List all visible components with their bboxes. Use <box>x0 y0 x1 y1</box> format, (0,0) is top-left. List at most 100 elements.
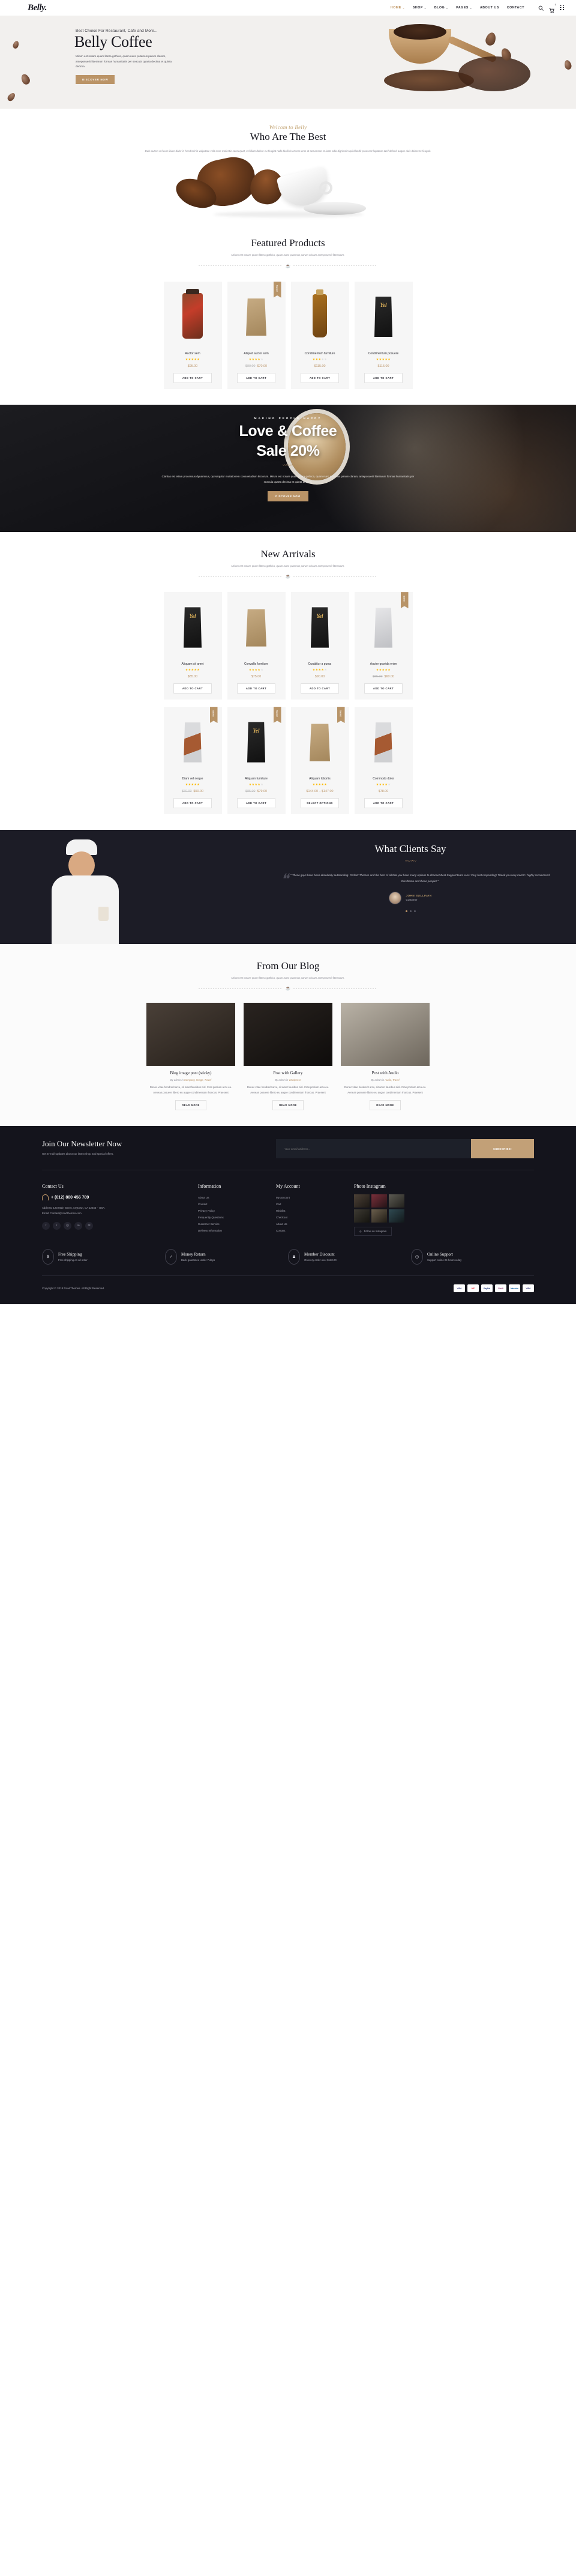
blog-image <box>244 1003 332 1066</box>
carousel-dot[interactable] <box>409 910 412 912</box>
testimonial-heading: What Clients Say <box>374 843 446 855</box>
blog-card[interactable]: Post with Audio By admin in Audio, Trave… <box>341 1003 430 1111</box>
instagram-photo[interactable] <box>354 1194 370 1208</box>
read-more-button[interactable]: READ MORE <box>272 1100 304 1111</box>
add-to-cart-button[interactable]: ADD TO CART <box>173 798 212 809</box>
nav-item-contact[interactable]: CONTACT <box>507 6 524 10</box>
product-card[interactable]: Sale! Diam vel neque ★★★★★ $60.00 $50.00 … <box>163 707 222 815</box>
product-card[interactable]: Condimentum furniture ★★★★★ $115.00 ADD … <box>290 281 349 389</box>
product-card[interactable]: Aliquam sit amet ★★★★★ $85.00 ADD TO CAR… <box>163 592 222 700</box>
instagram-photo[interactable] <box>389 1209 404 1223</box>
promo-discover-button[interactable]: DISCOVER NOW <box>268 491 308 501</box>
footer-link[interactable]: About Us <box>276 1221 354 1227</box>
footer-link[interactable]: Checkout <box>276 1214 354 1221</box>
footer-link[interactable]: About Us <box>198 1194 276 1201</box>
add-to-cart-button[interactable]: ADD TO CART <box>237 798 275 809</box>
add-to-cart-button[interactable]: ADD TO CART <box>364 683 403 694</box>
hero-discover-button[interactable]: DISCOVER NOW <box>76 74 115 84</box>
subscribe-button[interactable]: SUBSCRIBE! <box>471 1139 534 1159</box>
money-return-icon: ✓ <box>165 1249 177 1265</box>
read-more-button[interactable]: READ MORE <box>175 1100 206 1111</box>
blog-categories[interactable]: Wordpress <box>289 1078 301 1081</box>
blog-image <box>146 1003 235 1066</box>
nav-item-about-us[interactable]: ABOUT US <box>480 6 499 10</box>
blog-excerpt: Donec vitae hendrerit arcu, sit amet fau… <box>149 1086 232 1094</box>
instagram-photo[interactable] <box>389 1194 404 1208</box>
promo-heading-line1: Love & Coffee <box>239 422 337 440</box>
section-divider: ☕ <box>0 264 576 268</box>
footer-link[interactable]: My account <box>276 1194 354 1201</box>
blog-title[interactable]: Post with Gallery <box>244 1071 332 1075</box>
rss-icon[interactable]: ≋ <box>85 1221 93 1230</box>
blog-card[interactable]: Blog image post (sticky) By admin in Com… <box>146 1003 235 1111</box>
product-card[interactable]: Curabitur a purus ★★★★★ $90.00 ADD TO CA… <box>290 592 349 700</box>
nav-item-home[interactable]: HOME ⌄ <box>391 6 405 10</box>
carousel-dot[interactable] <box>413 910 416 912</box>
instagram-photo[interactable] <box>371 1209 387 1223</box>
select-options-button[interactable]: SELECT OPTIONS <box>301 798 339 809</box>
follow-instagram-button[interactable]: ◎ Follow on Instagram <box>354 1227 392 1236</box>
twitter-icon[interactable]: t <box>53 1221 61 1230</box>
add-to-cart-button[interactable]: ADD TO CART <box>301 372 339 383</box>
footer-link[interactable]: Contact <box>198 1201 276 1208</box>
facebook-icon[interactable]: f <box>42 1221 50 1230</box>
carousel-dots[interactable] <box>258 910 563 912</box>
featured-heading: Featured Products <box>251 237 325 249</box>
instagram-photo[interactable] <box>354 1209 370 1223</box>
add-to-cart-button[interactable]: ADD TO CART <box>237 372 275 383</box>
blog-card[interactable]: Post with Gallery By admin in Wordpress … <box>244 1003 332 1111</box>
product-card[interactable]: Auctor sem ★★★★★ $95.00 ADD TO CART <box>163 281 222 389</box>
nav-label: BLOG <box>434 6 445 10</box>
product-rating: ★★★★★ <box>376 357 391 361</box>
product-card[interactable]: Sale! Aliquam furniture ★★★★★ $85.00$79.… <box>227 707 286 815</box>
nav-item-blog[interactable]: BLOG ⌄ <box>434 6 448 10</box>
site-logo[interactable]: Belly. <box>28 3 47 13</box>
coffee-bean-decor <box>12 40 20 50</box>
site-footer: Join Our Newsletter Now Get E-mail updat… <box>0 1126 576 1305</box>
newsletter-email-input[interactable] <box>276 1139 471 1159</box>
add-to-cart-button[interactable]: ADD TO CART <box>173 372 212 383</box>
nav-item-shop[interactable]: SHOP ⌄ <box>413 6 427 10</box>
product-card[interactable]: Convallis furniture ★★★★★ $75.00 ADD TO … <box>227 592 286 700</box>
instagram-icon[interactable]: ◎ <box>64 1221 71 1230</box>
search-icon[interactable] <box>538 5 544 11</box>
about-script-title: Welcom to Belly <box>269 124 307 130</box>
nav-label: HOME <box>390 6 401 10</box>
footer-link[interactable]: Privacy Policy <box>198 1208 276 1214</box>
footer-link[interactable]: Delivery Information <box>198 1227 276 1234</box>
footer-link[interactable]: Customer Service <box>198 1221 276 1227</box>
add-to-cart-button[interactable]: ADD TO CART <box>173 683 212 694</box>
product-card[interactable]: Sale! Auctor gravida enim ★★★★★ $85.00 $6… <box>354 592 413 700</box>
service-text: Free shipping on all order <box>58 1259 88 1262</box>
product-card[interactable]: Sale! Aliquam lobortis ★★★★★ $144.00 – $… <box>290 707 349 815</box>
blog-categories[interactable]: Company, Image, Travel <box>184 1078 211 1081</box>
product-card[interactable]: Sale! Aliquet auctor sem ★★★★★ $80.00 $70… <box>227 281 286 389</box>
nav-item-pages[interactable]: PAGES ⌄ <box>456 6 472 10</box>
section-divider: ☕ <box>0 574 576 579</box>
add-to-cart-button[interactable]: ADD TO CART <box>237 683 275 694</box>
grid-menu-icon[interactable] <box>560 5 565 11</box>
blog-title[interactable]: Post with Audio <box>341 1071 430 1075</box>
linkedin-icon[interactable]: in <box>74 1221 82 1230</box>
blog-categories[interactable]: Audio, Travel <box>385 1078 399 1081</box>
add-to-cart-button[interactable]: ADD TO CART <box>301 683 339 694</box>
footer-link[interactable]: Wishlist <box>276 1208 354 1214</box>
product-card[interactable]: Condimentum posuere ★★★★★ $115.00 ADD TO… <box>354 281 413 389</box>
product-name: Aliquam sit amet <box>181 662 204 667</box>
cart-icon[interactable]: 0 <box>549 3 556 13</box>
blog-title[interactable]: Blog image post (sticky) <box>146 1071 235 1075</box>
instagram-photo[interactable] <box>371 1194 387 1208</box>
add-to-cart-button[interactable]: ADD TO CART <box>364 372 403 383</box>
product-card[interactable]: Commodo dolor ★★★★★ $78.00 ADD TO CART <box>354 707 413 815</box>
footer-link[interactable]: Contact <box>276 1227 354 1234</box>
hero-description: Mirum est notare quam littera gothica, q… <box>76 55 172 68</box>
service-title: Free Shipping <box>58 1252 82 1257</box>
carousel-dot[interactable] <box>405 910 407 912</box>
footer-link[interactable]: Cart <box>276 1201 354 1208</box>
footer-link[interactable]: Frequently Questions <box>198 1214 276 1221</box>
mastercard-icon: MC <box>467 1284 479 1293</box>
maestro-icon: Maestro <box>509 1284 520 1293</box>
add-to-cart-button[interactable]: ADD TO CART <box>364 798 403 809</box>
promo-heading-line2: Sale 20% <box>256 442 320 459</box>
read-more-button[interactable]: READ MORE <box>370 1100 401 1111</box>
